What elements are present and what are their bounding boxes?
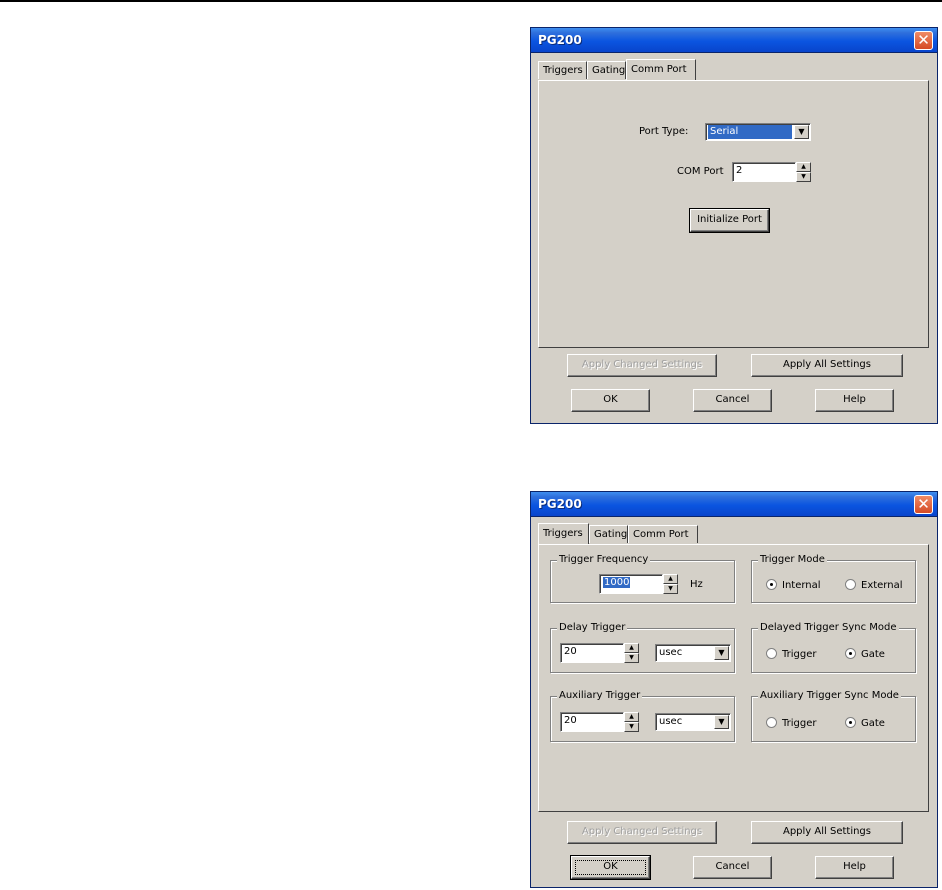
radio-dot (766, 579, 777, 590)
delay-unit-value: usec (659, 647, 683, 658)
arrow-down-icon[interactable]: ▼ (796, 172, 811, 182)
auxiliary-trigger-spinner[interactable]: ▲ ▼ (624, 712, 639, 732)
comm-port-panel: Port Type: Serial ▼ COM Port 2 ▲ ▼ Initi… (538, 80, 929, 348)
arrow-up-icon[interactable]: ▲ (796, 162, 811, 172)
delayed-trigger-sync-label: Delayed Trigger Sync Mode (758, 622, 899, 633)
radio-internal[interactable]: Internal (766, 579, 821, 591)
radio-aux-sync-gate[interactable]: Gate (845, 717, 885, 729)
trigger-frequency-label: Trigger Frequency (557, 554, 651, 565)
arrow-up-icon[interactable]: ▲ (663, 574, 678, 584)
trigger-frequency-spinner[interactable]: ▲ ▼ (663, 574, 678, 594)
trigger-mode-label: Trigger Mode (758, 554, 827, 565)
chevron-down-icon[interactable]: ▼ (714, 715, 729, 729)
apply-all-settings-button[interactable]: Apply All Settings (751, 821, 903, 844)
aux-unit-value: usec (659, 716, 683, 727)
help-button[interactable]: Help (815, 856, 894, 879)
delay-trigger-label: Delay Trigger (557, 622, 628, 633)
trigger-mode-group: Trigger Mode Internal External (751, 554, 916, 603)
radio-dot (845, 648, 856, 659)
auxiliary-trigger-sync-group: Auxiliary Trigger Sync Mode Trigger Gate (751, 690, 916, 742)
auxiliary-trigger-label: Auxiliary Trigger (557, 690, 643, 701)
delay-trigger-group: Delay Trigger 20 ▲ ▼ usec ▼ (550, 622, 735, 673)
window-title: PG200 (538, 497, 582, 511)
radio-trigger-label: Trigger (782, 718, 817, 729)
trigger-frequency-value: 1000 (603, 577, 631, 588)
auxiliary-trigger-group: Auxiliary Trigger 20 ▲ ▼ usec ▼ (550, 690, 735, 742)
tab-gating[interactable]: Gating (587, 61, 626, 79)
pg200-dialog-comm-port: PG200 ✕ Triggers Gating Comm Port Port T… (530, 27, 938, 424)
tab-comm-port[interactable]: Comm Port (626, 59, 696, 80)
radio-delay-sync-gate[interactable]: Gate (845, 648, 885, 660)
arrow-down-icon[interactable]: ▼ (663, 584, 678, 594)
close-icon[interactable]: ✕ (914, 495, 933, 514)
com-port-input[interactable]: 2 (732, 162, 796, 182)
initialize-port-button[interactable]: Initialize Port (689, 208, 770, 233)
radio-external[interactable]: External (845, 579, 903, 591)
apply-all-settings-button[interactable]: Apply All Settings (751, 354, 903, 377)
hz-unit-label: Hz (690, 579, 703, 590)
radio-dot (766, 717, 777, 728)
radio-gate-label: Gate (861, 649, 885, 660)
tab-gating[interactable]: Gating (589, 525, 628, 543)
delay-unit-select[interactable]: usec ▼ (655, 644, 731, 662)
auxiliary-trigger-value: 20 (564, 715, 577, 726)
radio-dot (845, 579, 856, 590)
apply-changed-settings-button[interactable]: Apply Changed Settings (567, 354, 717, 377)
ok-button[interactable]: OK (571, 389, 650, 412)
delay-trigger-input[interactable]: 20 (560, 643, 624, 663)
title-bar[interactable]: PG200 ✕ (531, 492, 937, 517)
apply-changed-settings-button[interactable]: Apply Changed Settings (567, 821, 717, 844)
port-type-select[interactable]: Serial ▼ (705, 123, 811, 141)
top-rule (0, 0, 942, 2)
delayed-trigger-sync-group: Delayed Trigger Sync Mode Trigger Gate (751, 622, 916, 673)
port-type-value: Serial (708, 125, 792, 139)
window-title: PG200 (538, 33, 582, 47)
arrow-down-icon[interactable]: ▼ (624, 653, 639, 663)
delay-trigger-value: 20 (564, 646, 577, 657)
title-bar[interactable]: PG200 ✕ (531, 28, 937, 53)
auxiliary-trigger-sync-label: Auxiliary Trigger Sync Mode (758, 690, 901, 701)
radio-internal-label: Internal (782, 580, 821, 591)
triggers-panel: Trigger Frequency 1000 ▲ ▼ Hz Trigger Mo… (538, 544, 929, 812)
radio-dot (845, 717, 856, 728)
close-icon[interactable]: ✕ (914, 31, 933, 50)
delay-trigger-spinner[interactable]: ▲ ▼ (624, 643, 639, 663)
ok-button[interactable]: OK (570, 855, 651, 880)
radio-trigger-label: Trigger (782, 649, 817, 660)
com-port-spinner[interactable]: ▲ ▼ (796, 162, 811, 182)
auxiliary-trigger-input[interactable]: 20 (560, 712, 624, 732)
com-port-label: COM Port (677, 166, 724, 177)
arrow-up-icon[interactable]: ▲ (624, 643, 639, 653)
radio-gate-label: Gate (861, 718, 885, 729)
radio-delay-sync-trigger[interactable]: Trigger (766, 648, 817, 660)
tab-triggers[interactable]: Triggers (538, 523, 589, 544)
arrow-down-icon[interactable]: ▼ (624, 722, 639, 732)
cancel-button[interactable]: Cancel (693, 389, 772, 412)
com-port-value: 2 (736, 165, 743, 176)
radio-external-label: External (861, 580, 903, 591)
trigger-frequency-group: Trigger Frequency 1000 ▲ ▼ Hz (550, 554, 735, 603)
chevron-down-icon[interactable]: ▼ (714, 646, 729, 660)
aux-unit-select[interactable]: usec ▼ (655, 713, 731, 731)
radio-aux-sync-trigger[interactable]: Trigger (766, 717, 817, 729)
trigger-frequency-input[interactable]: 1000 (599, 574, 663, 594)
radio-dot (766, 648, 777, 659)
arrow-up-icon[interactable]: ▲ (624, 712, 639, 722)
tab-triggers[interactable]: Triggers (538, 61, 587, 79)
port-type-label: Port Type: (639, 126, 689, 137)
chevron-down-icon[interactable]: ▼ (794, 125, 809, 139)
help-button[interactable]: Help (815, 389, 894, 412)
pg200-dialog-triggers: PG200 ✕ Triggers Gating Comm Port Trigge… (530, 491, 938, 888)
cancel-button[interactable]: Cancel (693, 856, 772, 879)
tab-comm-port[interactable]: Comm Port (628, 525, 698, 543)
